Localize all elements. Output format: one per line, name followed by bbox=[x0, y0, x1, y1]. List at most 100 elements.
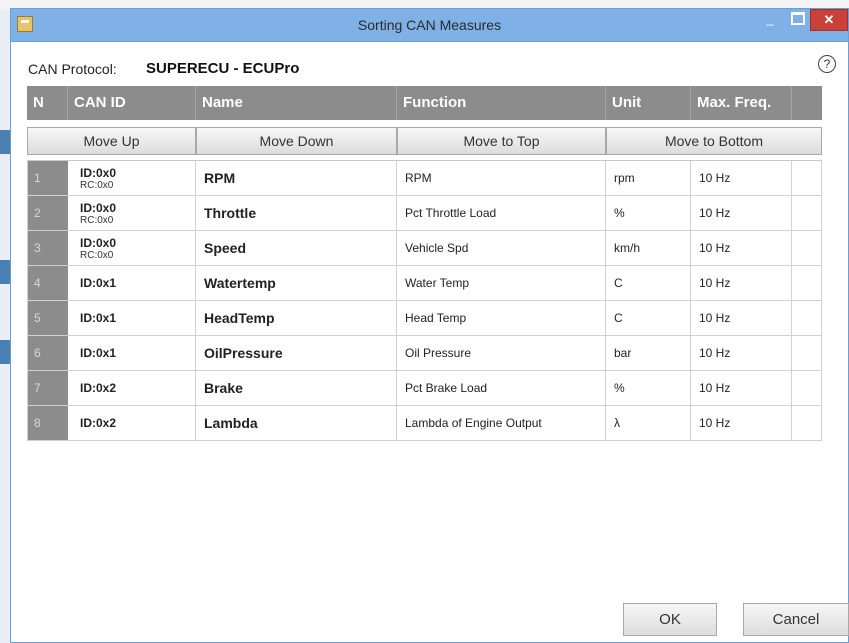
column-header-unit: Unit bbox=[606, 86, 691, 120]
background-marker bbox=[0, 260, 10, 284]
column-header-filler bbox=[792, 86, 822, 120]
column-header-max-freq: Max. Freq. bbox=[691, 86, 792, 120]
filler-cell bbox=[792, 336, 822, 370]
freq-cell: 10 Hz bbox=[691, 371, 792, 405]
freq-cell: 10 Hz bbox=[691, 231, 792, 265]
unit-cell: C bbox=[606, 266, 691, 300]
filler-cell bbox=[792, 161, 822, 195]
table-header: N CAN ID Name Function Unit Max. Freq. bbox=[27, 86, 822, 120]
move-up-button[interactable]: Move Up bbox=[27, 127, 196, 155]
row-number: 7 bbox=[28, 371, 68, 405]
column-header-name: Name bbox=[196, 86, 397, 120]
name-cell: Speed bbox=[196, 231, 397, 265]
can-id-cell: ID:0x0 RC:0x0 bbox=[68, 231, 196, 265]
can-id-cell: ID:0x1 bbox=[68, 266, 196, 300]
row-number: 1 bbox=[28, 161, 68, 195]
ok-button[interactable]: OK bbox=[623, 603, 717, 636]
filler-cell bbox=[792, 231, 822, 265]
can-id: ID:0x0 bbox=[80, 200, 117, 215]
unit-cell: % bbox=[606, 371, 691, 405]
background-app-edge bbox=[0, 10, 10, 643]
function-cell: Pct Brake Load bbox=[397, 371, 606, 405]
background-marker bbox=[0, 340, 10, 364]
can-id-cell: ID:0x1 bbox=[68, 301, 196, 335]
column-header-can-id: CAN ID bbox=[68, 86, 196, 120]
rc-id: RC:0x0 bbox=[80, 214, 114, 226]
can-id: ID:0x0 bbox=[80, 235, 117, 250]
title-bar[interactable]: Sorting CAN Measures _ ✕ bbox=[11, 9, 848, 42]
freq-cell: 10 Hz bbox=[691, 196, 792, 230]
rc-id: RC:0x0 bbox=[80, 179, 114, 191]
freq-cell: 10 Hz bbox=[691, 406, 792, 440]
table-row[interactable]: 3 ID:0x0 RC:0x0 Speed Vehicle Spd km/h 10… bbox=[27, 231, 822, 266]
minimize-button[interactable]: _ bbox=[756, 9, 784, 31]
function-cell: Vehicle Spd bbox=[397, 231, 606, 265]
can-id-cell: ID:0x2 bbox=[68, 406, 196, 440]
name-cell: Lambda bbox=[196, 406, 397, 440]
table-row[interactable]: 4 ID:0x1 Watertemp Water Temp C 10 Hz bbox=[27, 266, 822, 301]
freq-cell: 10 Hz bbox=[691, 266, 792, 300]
move-to-top-button[interactable]: Move to Top bbox=[397, 127, 606, 155]
freq-cell: 10 Hz bbox=[691, 161, 792, 195]
filler-cell bbox=[792, 196, 822, 230]
name-cell: HeadTemp bbox=[196, 301, 397, 335]
cancel-button[interactable]: Cancel bbox=[743, 603, 849, 636]
can-id: ID:0x2 bbox=[80, 381, 117, 395]
measures-table: 1 ID:0x0 RC:0x0 RPM RPM rpm 10 Hz 2 ID:0x… bbox=[27, 160, 822, 441]
table-row[interactable]: 2 ID:0x0 RC:0x0 Throttle Pct Throttle Loa… bbox=[27, 196, 822, 231]
name-cell: RPM bbox=[196, 161, 397, 195]
maximize-icon bbox=[791, 12, 805, 26]
maximize-button[interactable] bbox=[784, 9, 812, 31]
table-row[interactable]: 5 ID:0x1 HeadTemp Head Temp C 10 Hz bbox=[27, 301, 822, 336]
unit-cell: rpm bbox=[606, 161, 691, 195]
function-cell: Oil Pressure bbox=[397, 336, 606, 370]
row-number: 2 bbox=[28, 196, 68, 230]
row-number: 8 bbox=[28, 406, 68, 440]
unit-cell: km/h bbox=[606, 231, 691, 265]
freq-cell: 10 Hz bbox=[691, 336, 792, 370]
rc-id: RC:0x0 bbox=[80, 249, 114, 261]
function-cell: Lambda of Engine Output bbox=[397, 406, 606, 440]
unit-cell: λ bbox=[606, 406, 691, 440]
can-id-cell: ID:0x0 RC:0x0 bbox=[68, 196, 196, 230]
table-row[interactable]: 1 ID:0x0 RC:0x0 RPM RPM rpm 10 Hz bbox=[27, 161, 822, 196]
can-id-cell: ID:0x1 bbox=[68, 336, 196, 370]
row-number: 3 bbox=[28, 231, 68, 265]
can-id: ID:0x1 bbox=[80, 311, 117, 325]
filler-cell bbox=[792, 371, 822, 405]
window-title: Sorting CAN Measures bbox=[357, 17, 502, 33]
table-row[interactable]: 6 ID:0x1 OilPressure Oil Pressure bar 10… bbox=[27, 336, 822, 371]
filler-cell bbox=[792, 266, 822, 300]
help-icon[interactable]: ? bbox=[818, 55, 836, 73]
unit-cell: bar bbox=[606, 336, 691, 370]
row-number: 6 bbox=[28, 336, 68, 370]
name-cell: Watertemp bbox=[196, 266, 397, 300]
table-row[interactable]: 7 ID:0x2 Brake Pct Brake Load % 10 Hz bbox=[27, 371, 822, 406]
name-cell: Throttle bbox=[196, 196, 397, 230]
unit-cell: % bbox=[606, 196, 691, 230]
function-cell: Water Temp bbox=[397, 266, 606, 300]
row-number: 4 bbox=[28, 266, 68, 300]
background-marker bbox=[0, 130, 10, 154]
can-id: ID:0x1 bbox=[80, 276, 117, 290]
move-down-button[interactable]: Move Down bbox=[196, 127, 397, 155]
function-cell: Pct Throttle Load bbox=[397, 196, 606, 230]
name-cell: OilPressure bbox=[196, 336, 397, 370]
freq-cell: 10 Hz bbox=[691, 301, 792, 335]
name-cell: Brake bbox=[196, 371, 397, 405]
column-header-n: N bbox=[27, 86, 68, 120]
can-id-cell: ID:0x2 bbox=[68, 371, 196, 405]
row-number: 5 bbox=[28, 301, 68, 335]
can-id: ID:0x1 bbox=[80, 346, 117, 360]
move-to-bottom-button[interactable]: Move to Bottom bbox=[606, 127, 822, 155]
can-id: ID:0x0 bbox=[80, 165, 117, 180]
function-cell: RPM bbox=[397, 161, 606, 195]
filler-cell bbox=[792, 406, 822, 440]
table-row[interactable]: 8 ID:0x2 Lambda Lambda of Engine Output … bbox=[27, 406, 822, 441]
move-buttons-bar: Move Up Move Down Move to Top Move to Bo… bbox=[27, 127, 822, 155]
close-button[interactable]: ✕ bbox=[810, 9, 848, 31]
can-id: ID:0x2 bbox=[80, 416, 117, 430]
protocol-label: CAN Protocol: bbox=[28, 61, 117, 77]
function-cell: Head Temp bbox=[397, 301, 606, 335]
unit-cell: C bbox=[606, 301, 691, 335]
